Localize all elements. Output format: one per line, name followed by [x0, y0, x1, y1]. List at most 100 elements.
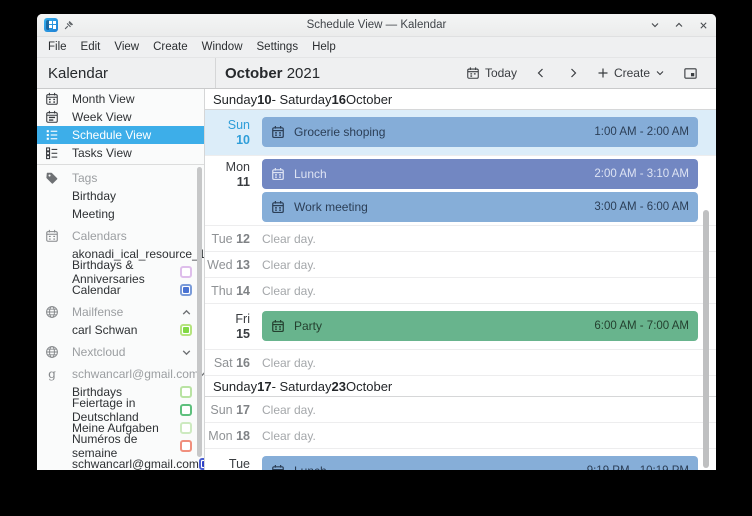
day-name: Sun	[227, 118, 250, 132]
next-button[interactable]	[559, 64, 587, 82]
week-header-part: Sunday	[213, 91, 258, 107]
tasks-view-icon	[45, 146, 59, 160]
chevron-up-icon[interactable]	[181, 307, 192, 318]
section-header-nextcloud[interactable]: Nextcloud	[37, 343, 204, 361]
page-title-year: 2021	[286, 64, 321, 82]
calendar-checkbox[interactable]	[180, 422, 192, 434]
event-party[interactable]: Party 6:00 AM - 7:00 AM	[262, 311, 698, 341]
window-title: Schedule View — Kalendar	[306, 19, 447, 31]
day-label: Mon 11	[205, 159, 250, 222]
pin-icon[interactable]	[63, 20, 74, 31]
sidebar-item-month-view[interactable]: Month View	[37, 90, 204, 108]
calendar-checkbox[interactable]	[180, 284, 192, 296]
menu-item-create[interactable]: Create	[146, 39, 195, 55]
close-button[interactable]	[697, 19, 709, 31]
section-header-calendars[interactable]: Calendars	[37, 227, 204, 245]
event-lunch[interactable]: Lunch 2:00 AM - 3:10 AM	[262, 159, 698, 189]
chevron-down-icon[interactable]	[181, 347, 192, 358]
event-lunch[interactable]: Lunch 9:19 PM - 10:19 PM	[262, 456, 698, 470]
day-row-fri-15: Fri 15 Party 6:00 AM - 7:00 AM	[205, 304, 716, 350]
calendar-list-item[interactable]: Birthday	[37, 187, 204, 205]
week-header-part: 16	[331, 91, 347, 107]
day-name: Sun	[210, 402, 233, 417]
menu-item-view[interactable]: View	[107, 39, 146, 55]
day-label: Fri 15	[205, 311, 250, 342]
day-name: Tue	[228, 457, 250, 470]
clear-day-label: Clear day.	[262, 231, 316, 246]
calendar-checkbox[interactable]	[180, 386, 192, 398]
chevron-down-icon	[655, 68, 665, 78]
event-time: 9:19 PM - 10:19 PM	[587, 465, 689, 470]
week-header-part: 17	[257, 378, 272, 394]
calendar-list-item[interactable]: carl Schwan	[37, 321, 204, 339]
sidebar-item-week-view[interactable]: Week View	[37, 108, 204, 126]
day-row-sat-16[interactable]: Sat 16 Clear day.	[205, 350, 716, 376]
event-work-meeting[interactable]: Work meeting 3:00 AM - 6:00 AM	[262, 192, 698, 222]
menu-item-edit[interactable]: Edit	[74, 39, 108, 55]
sidebar-item-label: Month View	[72, 92, 135, 106]
sidebar-separator	[37, 164, 204, 165]
event-title: Party	[294, 319, 323, 333]
week-header-part: Sunday	[213, 378, 258, 394]
event-time: 6:00 AM - 7:00 AM	[594, 320, 689, 332]
calendar-list-item[interactable]: Numéros de semaine	[37, 432, 204, 460]
calendar-checkbox[interactable]	[180, 440, 192, 452]
calendar-item-label: Birthday	[72, 189, 117, 203]
calendar-list-item[interactable]: Birthdays & Anniversaries	[37, 258, 204, 286]
create-button[interactable]: Create	[591, 63, 671, 83]
menu-item-window[interactable]: Window	[195, 39, 250, 55]
sidebar-item-label: Schedule View	[72, 128, 152, 142]
event-grocerie-shoping[interactable]: Grocerie shoping 1:00 AM - 2:00 AM	[262, 117, 698, 147]
section-header-gmail[interactable]: g schwancarl@gmail.com	[37, 365, 204, 383]
event-calendar-icon	[271, 200, 285, 214]
sidebar-section-gmail: g schwancarl@gmail.com Birthdays Feiertage …	[37, 365, 204, 470]
sidebar-item-tasks-view[interactable]: Tasks View	[37, 144, 204, 162]
sidebar-item-label: Week View	[72, 110, 132, 124]
day-row-wed-13[interactable]: Wed 13 Clear day.	[205, 252, 716, 278]
menubar: File Edit View Create Window Settings Help	[37, 37, 716, 58]
sidebar-section-tags: Tags Birthday Meeting	[37, 169, 204, 223]
event-title: Lunch	[294, 167, 327, 181]
kalendar-app-icon	[44, 18, 58, 32]
day-row-tue-19: Tue19 Lunch 9:19 PM - 10:19 PM	[205, 449, 716, 470]
page-title: October 2021	[225, 65, 320, 82]
schedule-view-icon	[45, 128, 59, 142]
sidebar-header: Kalendar	[37, 58, 216, 88]
day-name: Mon	[208, 428, 233, 443]
section-header-mailfense[interactable]: Mailfense	[37, 303, 204, 321]
sidebar-scrollbar[interactable]	[197, 167, 202, 457]
sidebar-section-mailfense: Mailfense carl Schwan	[37, 303, 204, 339]
sidebar-item-schedule-view[interactable]: Schedule View	[37, 126, 204, 144]
calendar-list-item[interactable]: schwancarl@gmail.com	[37, 455, 204, 470]
menu-item-file[interactable]: File	[41, 39, 74, 55]
sidebar: Month View Week View Schedule View Tasks Vi…	[37, 89, 205, 470]
event-title: Lunch	[294, 464, 327, 470]
previous-button[interactable]	[527, 64, 555, 82]
day-label: Sun 17	[205, 403, 250, 417]
day-row-thu-14[interactable]: Thu 14 Clear day.	[205, 278, 716, 304]
calendar-item-label: schwancarl@gmail.com	[72, 457, 199, 470]
week-header: Sunday 10 - Saturday 16 October	[205, 89, 716, 110]
calendar-checkbox[interactable]	[180, 324, 192, 336]
date-changer-toggle-icon[interactable]	[675, 63, 706, 84]
calendar-checkbox[interactable]	[180, 266, 192, 278]
titlebar[interactable]: Schedule View — Kalendar	[37, 14, 716, 37]
menu-item-settings[interactable]: Settings	[250, 39, 306, 55]
calendar-list-item[interactable]: Meeting	[37, 205, 204, 223]
day-row-sun-17[interactable]: Sun 17 Clear day.	[205, 397, 716, 423]
minimize-button[interactable]	[649, 19, 661, 31]
today-button[interactable]: Today	[460, 63, 523, 83]
schedule-scrollbar[interactable]	[703, 210, 709, 468]
clear-day-label: Clear day.	[262, 402, 316, 417]
day-row-mon-18[interactable]: Mon 18 Clear day.	[205, 423, 716, 449]
calendar-list-item[interactable]: Feiertage in Deutschland	[37, 396, 204, 424]
maximize-button[interactable]	[673, 19, 685, 31]
section-header-tags[interactable]: Tags	[37, 169, 204, 187]
event-calendar-icon	[271, 464, 285, 470]
google-icon: g	[45, 367, 59, 381]
menu-item-help[interactable]: Help	[305, 39, 343, 55]
day-row-tue-12[interactable]: Tue 12 Clear day.	[205, 226, 716, 252]
calendar-checkbox[interactable]	[180, 404, 192, 416]
day-number: 15	[236, 327, 250, 341]
calendar-item-label: Meeting	[72, 207, 115, 221]
